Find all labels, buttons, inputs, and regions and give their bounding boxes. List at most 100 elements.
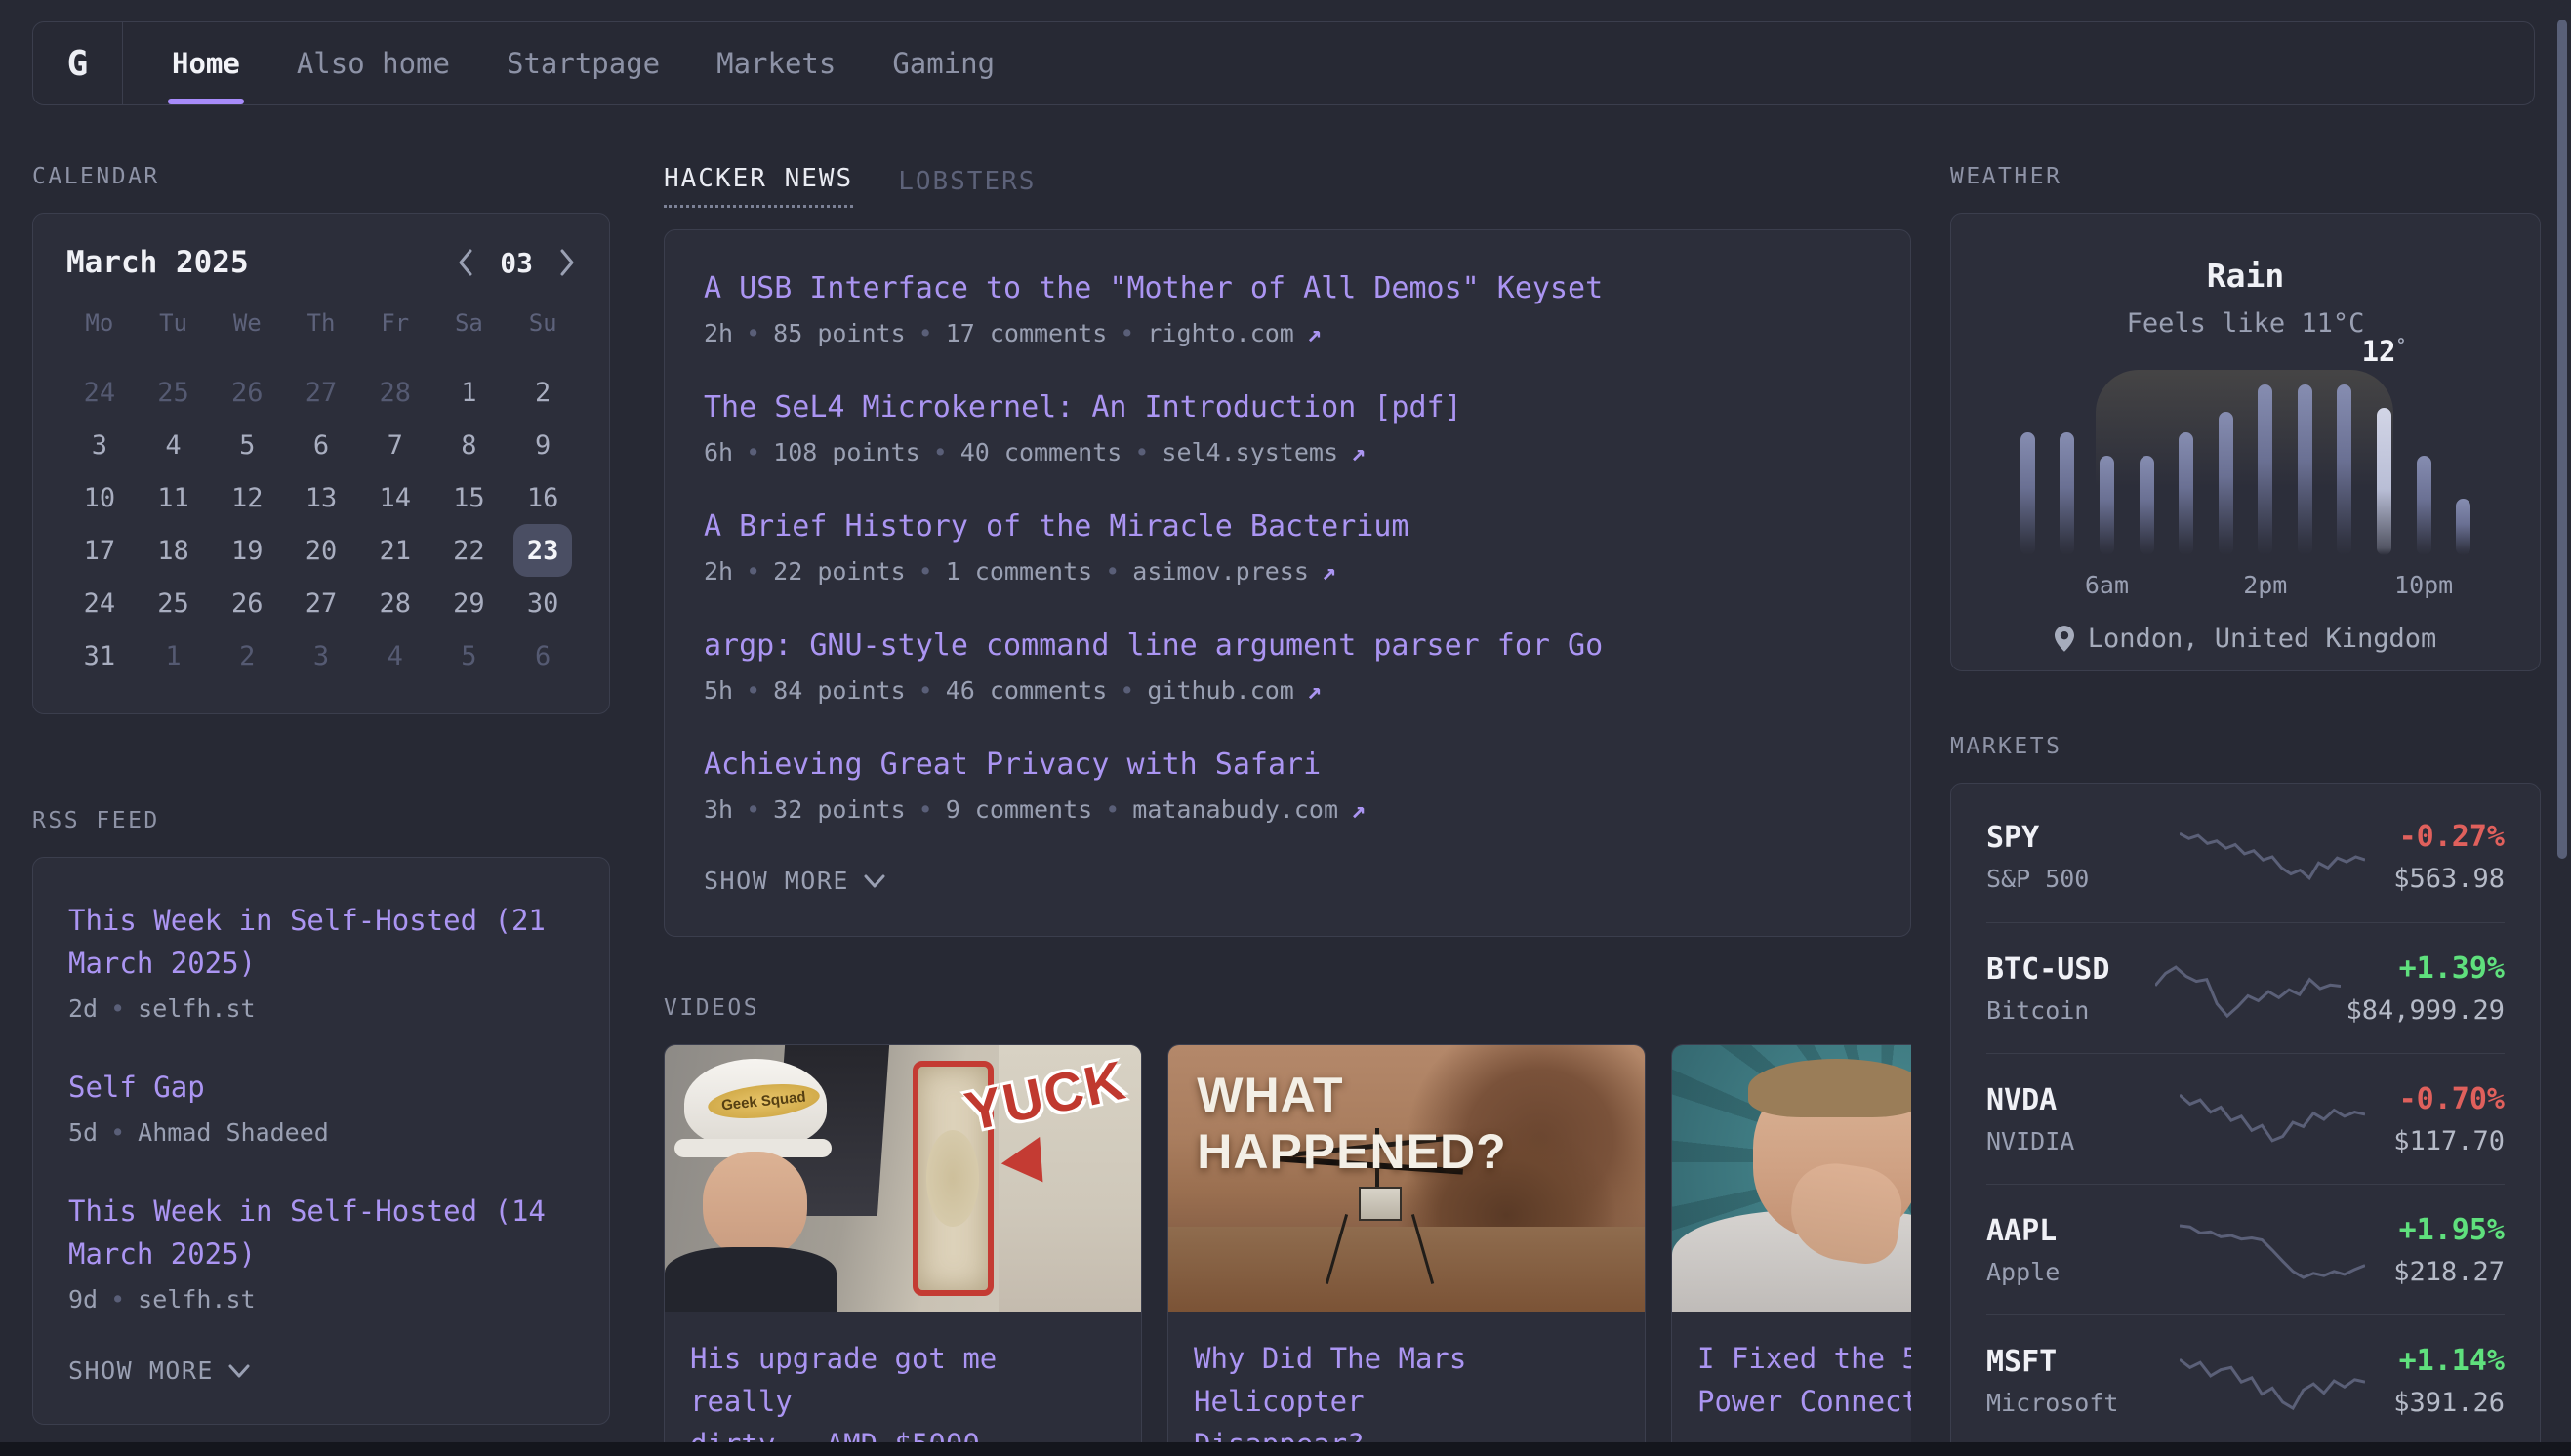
calendar-day-cell[interactable]: 21: [358, 524, 432, 577]
calendar-day-cell[interactable]: 7: [358, 419, 432, 471]
calendar-day-cell[interactable]: 4: [358, 629, 432, 682]
news-tab[interactable]: LOBSTERS: [898, 167, 1036, 208]
calendar-day-cell[interactable]: 13: [284, 471, 358, 524]
meta-separator: •: [110, 1118, 125, 1147]
market-ticker[interactable]: AAPL: [1986, 1214, 2150, 1248]
video-thumbnail[interactable]: DOTHT: [1672, 1045, 1911, 1312]
video-title[interactable]: I Fixed the 5 Power Connect: [1672, 1312, 1911, 1423]
calendar-day-cell[interactable]: 6: [284, 419, 358, 471]
calendar-day-cell[interactable]: 1: [137, 629, 211, 682]
news-item-title[interactable]: Achieving Great Privacy with Safari: [704, 748, 1871, 782]
degree-symbol: °: [2396, 335, 2407, 355]
news-item-title[interactable]: A Brief History of the Miracle Bacterium: [704, 509, 1871, 544]
calendar-day-cell[interactable]: 8: [432, 419, 507, 471]
nav-tab-markets[interactable]: Markets: [716, 22, 836, 104]
market-ticker[interactable]: MSFT: [1986, 1345, 2150, 1379]
calendar-day-cell[interactable]: 26: [210, 577, 284, 629]
calendar-day-cell[interactable]: 6: [506, 629, 580, 682]
calendar-day-cell[interactable]: 3: [62, 419, 137, 471]
market-ticker[interactable]: SPY: [1986, 821, 2150, 855]
calendar-day-cell[interactable]: 2: [506, 366, 580, 419]
news-item-title[interactable]: A USB Interface to the "Mother of All De…: [704, 271, 1871, 305]
rss-item-title[interactable]: Self Gap: [68, 1066, 574, 1109]
nav-tab-also-home[interactable]: Also home: [297, 22, 450, 104]
calendar-day-number: 16: [513, 471, 572, 524]
calendar-day-cell[interactable]: 3: [284, 629, 358, 682]
calendar-day-cell[interactable]: 16: [506, 471, 580, 524]
weather-bar: [2140, 456, 2154, 555]
meta-value: Ahmad Shadeed: [138, 1118, 329, 1147]
market-row[interactable]: BTC-USD Bitcoin +1.39% $84,999.29: [1986, 922, 2505, 1053]
calendar-day-cell[interactable]: 5: [432, 629, 507, 682]
news-item-title[interactable]: argp: GNU-style command line argument pa…: [704, 628, 1871, 663]
calendar-day-cell[interactable]: 27: [284, 366, 358, 419]
calendar-day-cell[interactable]: 25: [137, 366, 211, 419]
market-change: +1.14%: [2393, 1344, 2505, 1378]
rss-item-title[interactable]: This Week in Self-Hosted (21 March 2025): [68, 899, 574, 985]
market-row-list: SPY S&P 500 -0.27% $563.98 BTC-USD Bitco…: [1986, 791, 2505, 1445]
rss-show-more-button[interactable]: SHOW MORE: [68, 1356, 251, 1385]
calendar-day-number: 20: [292, 524, 350, 577]
calendar-day-cell[interactable]: 14: [358, 471, 432, 524]
weather-bar-slot: [2008, 380, 2048, 555]
app-logo[interactable]: G: [33, 22, 123, 104]
market-row[interactable]: NVDA NVIDIA -0.70% $117.70: [1986, 1053, 2505, 1184]
calendar-day-cell[interactable]: 28: [358, 366, 432, 419]
market-identity: SPY S&P 500: [1986, 821, 2150, 893]
calendar-day-cell[interactable]: 23: [506, 524, 580, 577]
calendar-day-number: 14: [366, 471, 425, 524]
calendar-day-cell[interactable]: 30: [506, 577, 580, 629]
calendar-day-cell[interactable]: 11: [137, 471, 211, 524]
calendar-day-cell[interactable]: 28: [358, 577, 432, 629]
calendar-day-cell[interactable]: 25: [137, 577, 211, 629]
calendar-day-cell[interactable]: 27: [284, 577, 358, 629]
calendar-day-number: 25: [144, 577, 203, 629]
calendar-day-cell[interactable]: 22: [432, 524, 507, 577]
video-title[interactable]: His upgrade got me really dirty - AMD $5…: [665, 1312, 1141, 1456]
market-row[interactable]: SPY S&P 500 -0.27% $563.98: [1986, 791, 2505, 922]
calendar-day-cell[interactable]: 17: [62, 524, 137, 577]
calendar-day-cell[interactable]: 12: [210, 471, 284, 524]
calendar-day-cell[interactable]: 9: [506, 419, 580, 471]
market-ticker[interactable]: BTC-USD: [1986, 952, 2150, 987]
nav-tab-startpage[interactable]: Startpage: [507, 22, 660, 104]
calendar-day-cell[interactable]: 24: [62, 366, 137, 419]
calendar-day-cell[interactable]: 26: [210, 366, 284, 419]
calendar-day-cell[interactable]: 10: [62, 471, 137, 524]
calendar-day-cell[interactable]: 19: [210, 524, 284, 577]
calendar-day-cell[interactable]: 4: [137, 419, 211, 471]
weather-axis-label: 6am: [2085, 571, 2129, 599]
calendar-day-cell[interactable]: 24: [62, 577, 137, 629]
calendar-day-cell[interactable]: 20: [284, 524, 358, 577]
external-link-icon: ↗: [1307, 319, 1322, 347]
news-tab[interactable]: HACKER NEWS: [664, 164, 853, 208]
market-row[interactable]: MSFT Microsoft +1.14% $391.26: [1986, 1314, 2505, 1445]
calendar-weekday-label: Sa: [432, 303, 507, 343]
video-title[interactable]: Why Did The Mars Helicopter Disappear?: [1168, 1312, 1645, 1456]
video-thumbnail[interactable]: YUCKGeek Squad: [665, 1045, 1141, 1312]
video-thumbnail[interactable]: WHAT HAPPENED?: [1168, 1045, 1645, 1312]
market-row[interactable]: AAPL Apple +1.95% $218.27: [1986, 1184, 2505, 1314]
calendar-day-cell[interactable]: 31: [62, 629, 137, 682]
market-ticker[interactable]: NVDA: [1986, 1083, 2150, 1117]
calendar-day-number: 4: [366, 629, 425, 682]
calendar-prev-icon[interactable]: [457, 248, 474, 277]
calendar-day-cell[interactable]: 29: [432, 577, 507, 629]
meta-separator: •: [1134, 438, 1149, 466]
nav-tab-home[interactable]: Home: [172, 22, 240, 104]
news-item-title[interactable]: The SeL4 Microkernel: An Introduction [p…: [704, 390, 1871, 425]
nav-tab-gaming[interactable]: Gaming: [892, 22, 995, 104]
rss-item-title[interactable]: This Week in Self-Hosted (14 March 2025): [68, 1190, 574, 1275]
scrollbar-thumb[interactable]: [2557, 20, 2567, 859]
calendar-day-cell[interactable]: 5: [210, 419, 284, 471]
thumbnail-shape: [665, 1247, 837, 1312]
market-sparkline: [2180, 1343, 2365, 1419]
calendar-day-cell[interactable]: 1: [432, 366, 507, 419]
calendar-next-icon[interactable]: [558, 248, 576, 277]
weather-bar: [2337, 384, 2351, 555]
news-show-more-button[interactable]: SHOW MORE: [704, 867, 886, 895]
calendar-day-cell[interactable]: 15: [432, 471, 507, 524]
meta-value: 40 comments: [960, 438, 1122, 466]
calendar-day-cell[interactable]: 18: [137, 524, 211, 577]
calendar-day-cell[interactable]: 2: [210, 629, 284, 682]
